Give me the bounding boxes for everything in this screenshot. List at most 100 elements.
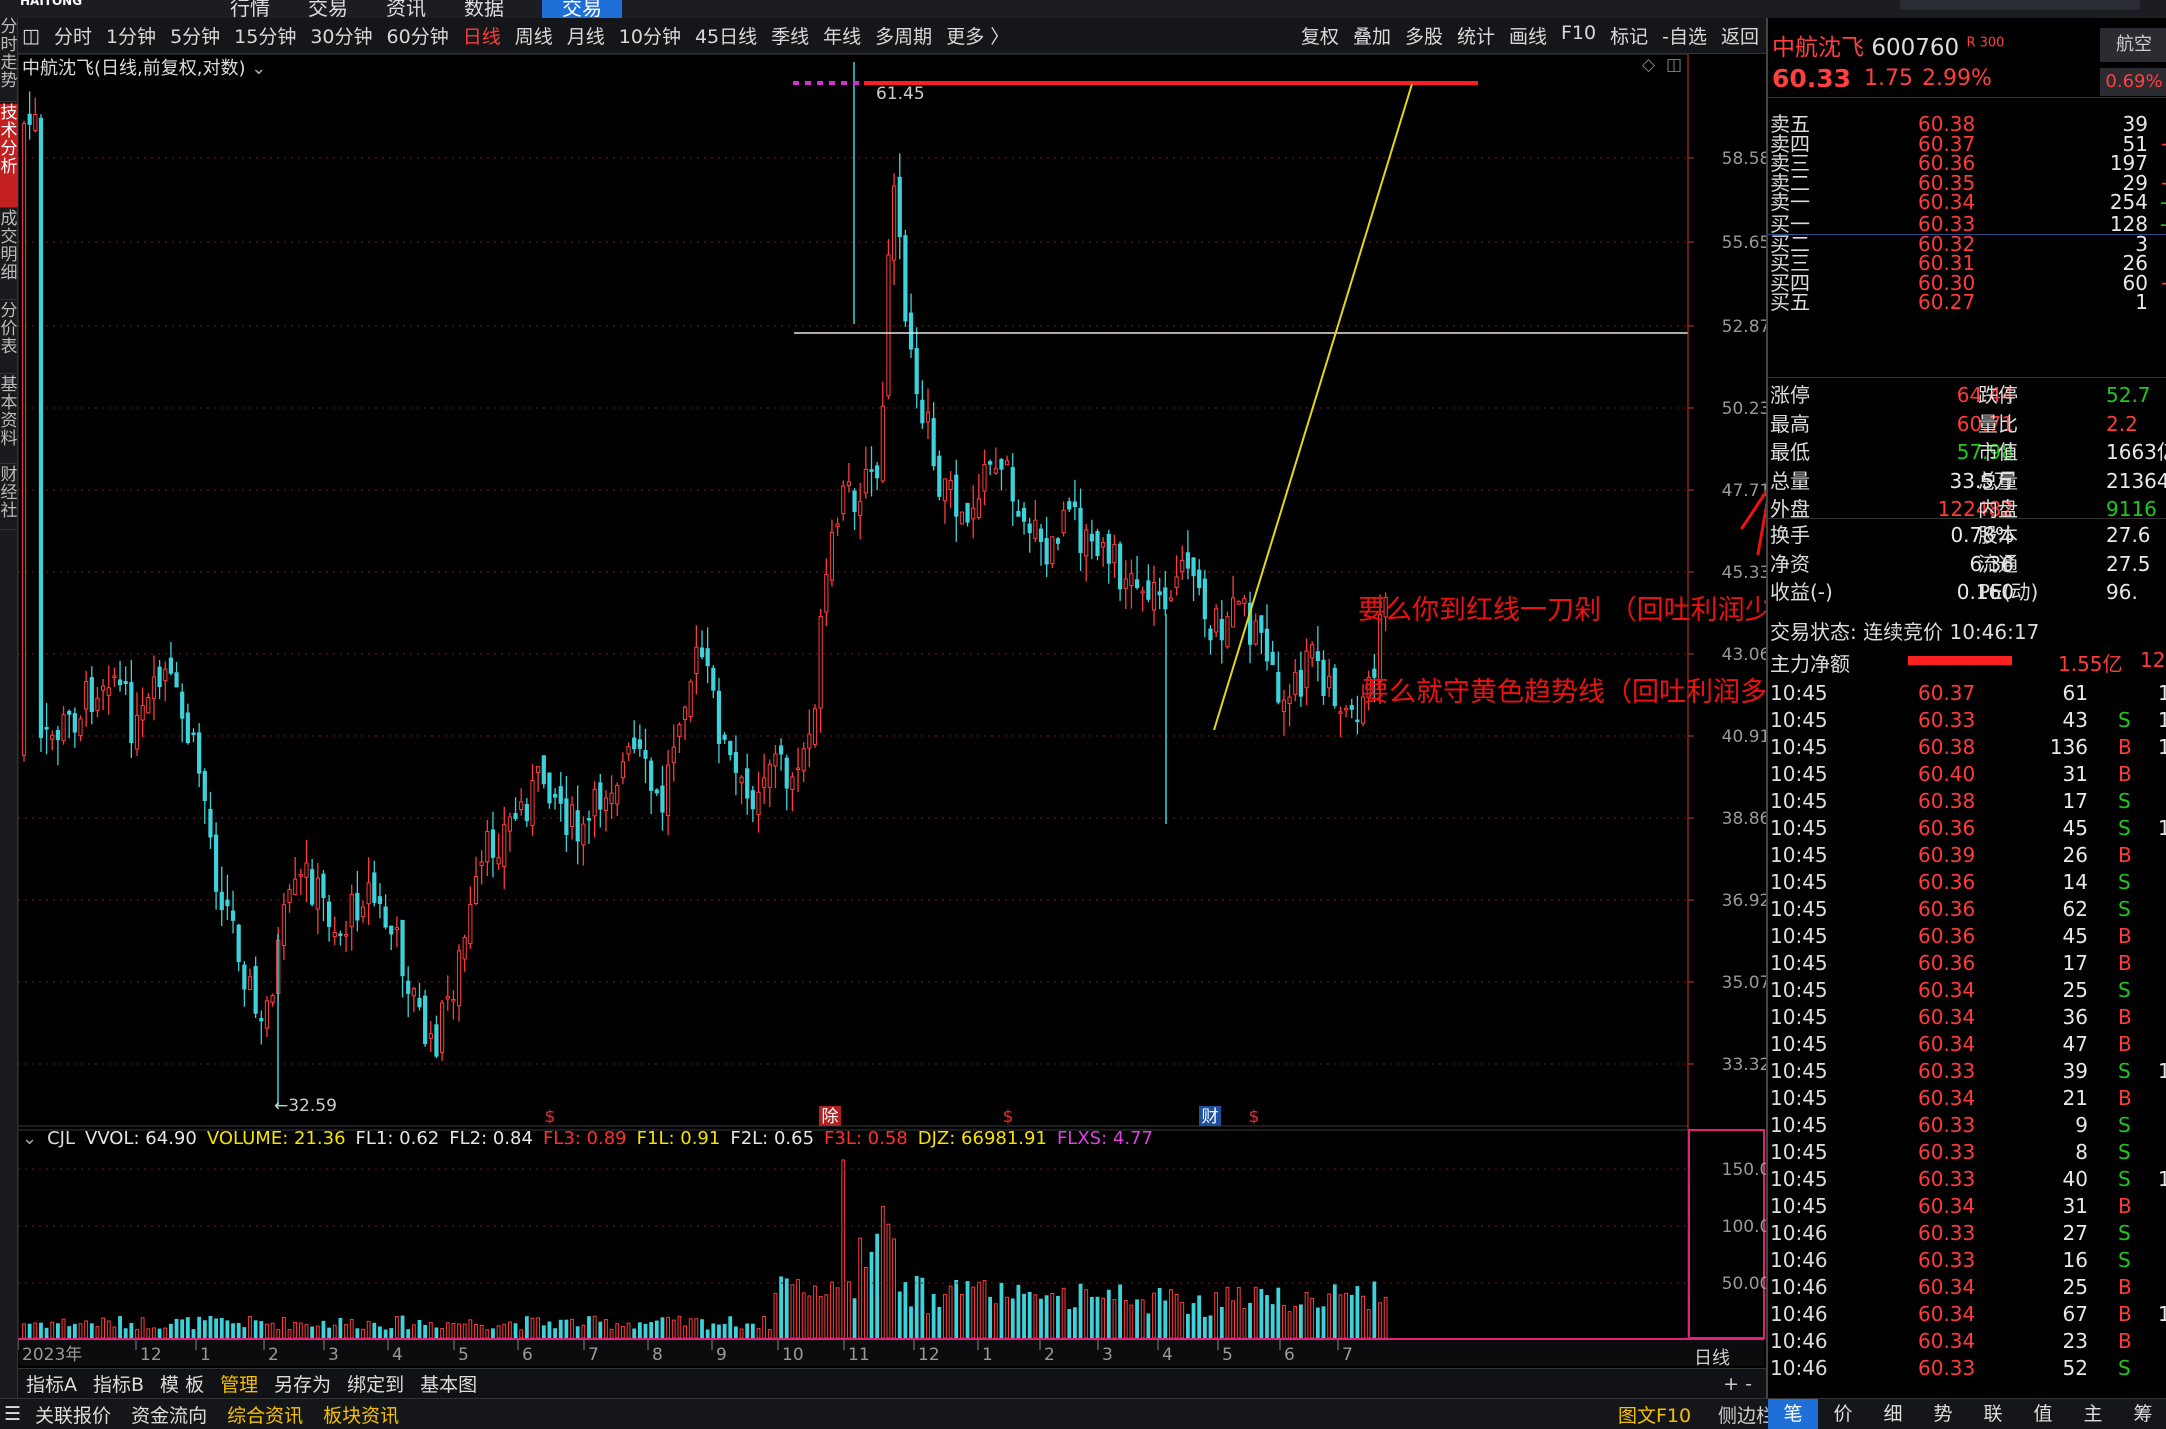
period-1min[interactable]: 1分钟	[99, 22, 163, 49]
period-intraday[interactable]: 分时	[47, 22, 99, 49]
period-30min[interactable]: 30分钟	[303, 22, 379, 49]
event-marker[interactable]: $	[545, 1107, 556, 1127]
vtab-finance-club[interactable]: 财经社	[0, 466, 18, 530]
tab-bind-to[interactable]: 绑定到	[339, 1370, 412, 1397]
qtab-linked[interactable]: 联	[1968, 1399, 2018, 1429]
candle-body	[739, 776, 744, 784]
footer-sector-news[interactable]: 板块资讯	[313, 1401, 409, 1428]
overlay-button[interactable]: 叠加	[1346, 22, 1398, 49]
multi-stock-button[interactable]: 多股	[1398, 22, 1450, 49]
yellow-trend-line[interactable]	[1213, 83, 1413, 731]
tick-count: 1	[2158, 734, 2166, 761]
qtab-main[interactable]: 主	[2068, 1399, 2118, 1429]
period-15min[interactable]: 15分钟	[227, 22, 303, 49]
volume-bar	[1315, 1307, 1320, 1339]
qtab-chips[interactable]: 筹	[2118, 1399, 2166, 1429]
nav-item-trading[interactable]: 交易	[542, 0, 622, 18]
tick-volume: 14	[2062, 870, 2088, 894]
nav-item-quotes[interactable]: 行情	[230, 0, 270, 18]
tab-indicator-a[interactable]: 指标A	[18, 1370, 85, 1397]
tab-basic-chart[interactable]: 基本图	[412, 1370, 485, 1397]
volume-bar	[1174, 1293, 1179, 1339]
footer-menu-icon[interactable]: ☰	[0, 1403, 25, 1425]
tab-indicator-b[interactable]: 指标B	[85, 1370, 152, 1397]
vtab-intraday[interactable]: 分时走势	[0, 18, 18, 102]
period-60min[interactable]: 60分钟	[380, 22, 456, 49]
volume-bar	[248, 1316, 252, 1339]
footer-news[interactable]: 综合资讯	[217, 1401, 313, 1428]
candle-body	[95, 697, 100, 711]
sector-button[interactable]: 航空	[2100, 28, 2166, 62]
ask-row[interactable]: 卖一 60.34 254-	[1768, 192, 2166, 212]
volume-bar	[112, 1326, 117, 1339]
period-yearly[interactable]: 年线	[816, 22, 868, 49]
event-marker[interactable]: $	[1249, 1107, 1260, 1127]
candle-body	[1163, 587, 1168, 610]
period-multi[interactable]: 多周期	[868, 22, 939, 49]
event-marker[interactable]: 除	[822, 1107, 839, 1127]
nav-item-data[interactable]: 数据	[464, 0, 504, 18]
price-change: 1.75	[1864, 66, 1913, 91]
candle-body	[428, 1033, 433, 1039]
f10-button[interactable]: F10	[1554, 22, 1603, 49]
diamond-icon[interactable]: ◇	[1642, 55, 1656, 75]
bid-row[interactable]: 买五 60.27 1	[1768, 292, 2166, 312]
x-tick-label: 12	[918, 1345, 940, 1365]
chevron-down-icon[interactable]: ⌄	[251, 58, 266, 79]
zoom-controls[interactable]: + -	[1709, 1373, 1766, 1395]
ask-row[interactable]: 卖五 60.38 39	[1768, 114, 2166, 134]
period-5min[interactable]: 5分钟	[163, 22, 227, 49]
adjust-button[interactable]: 复权	[1294, 22, 1346, 49]
period-monthly[interactable]: 月线	[560, 22, 612, 49]
period-more[interactable]: 更多 〉	[939, 22, 1016, 49]
mark-button[interactable]: 标记	[1603, 22, 1655, 49]
panel-toggle-icon[interactable]: ◫	[1666, 55, 1682, 75]
candle-body	[784, 757, 789, 789]
back-button[interactable]: 返回	[1714, 22, 1766, 49]
period-quarterly[interactable]: 季线	[764, 22, 816, 49]
period-daily[interactable]: 日线	[456, 22, 508, 49]
vtab-technical[interactable]: 技术分析	[0, 104, 18, 208]
candle-body	[242, 964, 247, 990]
layout-icon[interactable]: ◫	[18, 25, 47, 47]
bid-row[interactable]: 买一 60.33 128-	[1768, 214, 2166, 234]
candle-body	[1140, 590, 1145, 594]
event-marker[interactable]: $	[1003, 1107, 1014, 1127]
qtab-trend[interactable]: 势	[1918, 1399, 1968, 1429]
candle-body	[536, 766, 541, 774]
event-marker[interactable]: 财	[1202, 1107, 1219, 1127]
tab-manage[interactable]: 管理	[212, 1370, 266, 1397]
vtab-fundamentals[interactable]: 基本资料	[0, 376, 18, 464]
volume-bar	[643, 1323, 648, 1339]
draw-line-button[interactable]: 画线	[1502, 22, 1554, 49]
volume-bar	[519, 1329, 524, 1339]
kline-chart[interactable]: 61.45 ←32.59 ◇ ◫ 58.58 55.65 52.87 50.23 47.71…	[18, 54, 1766, 1368]
search-input[interactable]	[1900, 0, 2140, 10]
collapse-icon[interactable]: ⌄	[22, 1128, 37, 1149]
candle-body	[315, 877, 320, 910]
vtab-price-table[interactable]: 分价表	[0, 302, 18, 374]
qtab-ticks[interactable]: 笔	[1768, 1399, 1818, 1429]
footer-f10[interactable]: 图文F10	[1618, 1401, 1691, 1428]
indicator-name[interactable]: CJL	[47, 1128, 75, 1149]
footer-related-quotes[interactable]: 关联报价	[25, 1401, 121, 1428]
nav-item-trade[interactable]: 交易	[308, 0, 348, 18]
qtab-detail[interactable]: 细	[1868, 1399, 1918, 1429]
remove-watchlist-button[interactable]: -自选	[1655, 22, 1714, 49]
tick-row: 10:45 60.36 45 S 1	[1768, 815, 2166, 842]
period-45day[interactable]: 45日线	[688, 22, 764, 49]
volume-bar	[592, 1315, 597, 1339]
period-10min[interactable]: 10分钟	[612, 22, 688, 49]
volume-bar	[1270, 1304, 1275, 1339]
nav-item-news[interactable]: 资讯	[386, 0, 426, 18]
tab-save-as[interactable]: 另存为	[266, 1370, 339, 1397]
qtab-value[interactable]: 值	[2018, 1399, 2068, 1429]
volume-bar	[72, 1323, 77, 1339]
qtab-price[interactable]: 价	[1818, 1399, 1868, 1429]
volume-bar	[1310, 1297, 1315, 1339]
tab-template[interactable]: 模 板	[152, 1370, 212, 1397]
period-weekly[interactable]: 周线	[508, 22, 560, 49]
footer-fund-flow[interactable]: 资金流向	[121, 1401, 217, 1428]
vtab-trade-detail[interactable]: 成交明细	[0, 210, 18, 300]
stats-button[interactable]: 统计	[1450, 22, 1502, 49]
